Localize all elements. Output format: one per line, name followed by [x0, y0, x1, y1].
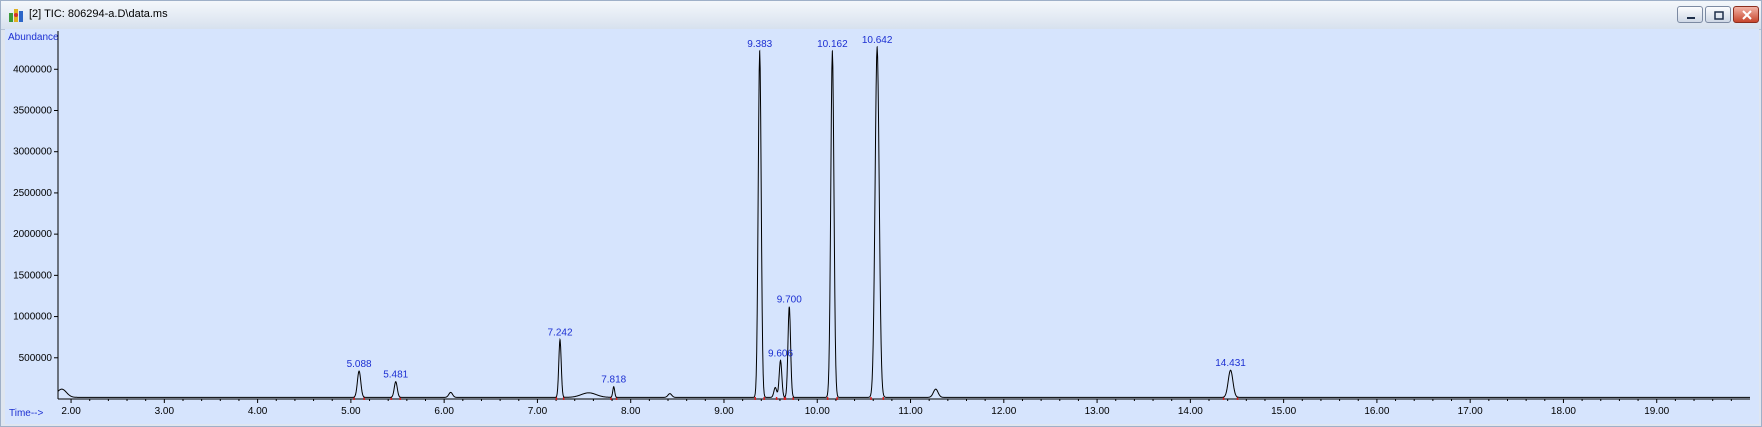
x-tick-label: 5.00: [341, 406, 361, 417]
x-tick-label: 7.00: [528, 406, 548, 417]
peak-label[interactable]: 9.383: [747, 39, 772, 50]
x-tick-label: 4.00: [248, 406, 268, 417]
x-tick-label: 18.00: [1551, 406, 1576, 417]
peak-label[interactable]: 7.818: [601, 375, 626, 386]
chromatogram-app-icon[interactable]: [8, 7, 24, 23]
chromatogram-window: [2] TIC: 806294-a.D\data.ms Abundance Ti…: [0, 0, 1762, 427]
x-tick-label: 14.00: [1178, 406, 1203, 417]
peak-label[interactable]: 10.162: [817, 39, 848, 50]
title-bar[interactable]: [2] TIC: 806294-a.D\data.ms: [1, 1, 1761, 30]
y-axis-label: Abundance: [8, 32, 59, 43]
tic-trace: [57, 45, 1750, 398]
x-tick-label: 2.00: [61, 406, 81, 417]
restore-icon: [1714, 11, 1724, 20]
x-tick-label: 9.00: [714, 406, 734, 417]
chromatogram-chart: Abundance Time--> 2.00 3.00 4.00 5.00 6.00 7.…: [8, 31, 1750, 419]
peak-label[interactable]: 7.242: [547, 328, 572, 339]
peak-label[interactable]: 14.431: [1215, 358, 1246, 369]
y-tick-label: 2000000: [13, 229, 52, 240]
x-tick-label: 12.00: [991, 406, 1016, 417]
x-tick-label: 17.00: [1458, 406, 1483, 417]
minimize-button[interactable]: [1677, 6, 1703, 23]
x-tick-label: 13.00: [1085, 406, 1110, 417]
peak-label[interactable]: 5.088: [347, 359, 372, 370]
y-tick-label: 1500000: [13, 270, 52, 281]
close-icon: [1742, 10, 1752, 20]
peak-label[interactable]: 9.606: [768, 348, 793, 359]
restore-button[interactable]: [1705, 6, 1731, 23]
x-tick-label: 8.00: [621, 406, 641, 417]
y-tick-label: 4000000: [13, 64, 52, 75]
minimize-icon: [1687, 17, 1695, 19]
window-title: [2] TIC: 806294-a.D\data.ms: [29, 8, 168, 20]
y-tick-label: 3500000: [13, 105, 52, 116]
peak-label[interactable]: 10.642: [862, 35, 893, 46]
y-tick-label: 3000000: [13, 147, 52, 158]
peak-label[interactable]: 9.700: [777, 295, 802, 306]
x-tick-label: 6.00: [434, 406, 454, 417]
y-tick-label: 2500000: [13, 188, 52, 199]
x-tick-label: 11.00: [898, 406, 923, 417]
peak-label[interactable]: 5.481: [383, 370, 408, 381]
x-tick-label: 3.00: [155, 406, 175, 417]
x-axis-label: Time-->: [9, 408, 44, 419]
x-tick-label: 10.00: [805, 406, 830, 417]
close-button[interactable]: [1733, 6, 1759, 23]
y-tick-label: 1000000: [13, 312, 52, 323]
x-tick-label: 15.00: [1271, 406, 1296, 417]
y-tick-label: 500000: [19, 353, 53, 364]
x-tick-label: 19.00: [1644, 406, 1669, 417]
x-tick-label: 16.00: [1364, 406, 1389, 417]
